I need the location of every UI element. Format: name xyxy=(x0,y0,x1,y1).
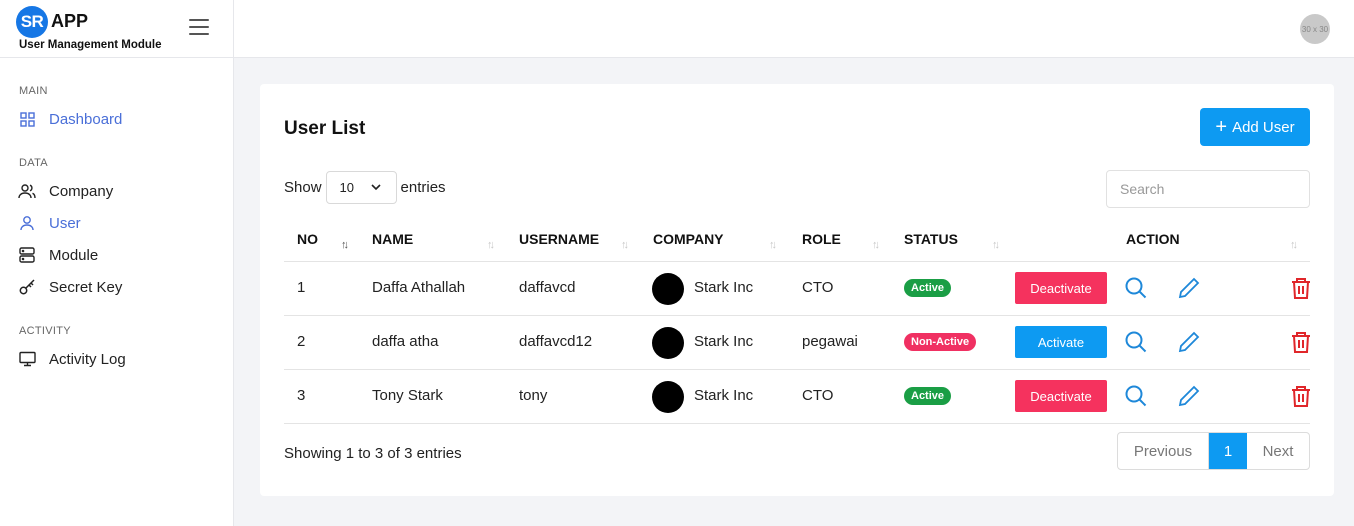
deactivate-button[interactable]: Deactivate xyxy=(1015,272,1107,304)
brand-logo: SR xyxy=(16,6,48,38)
cell-company: Stark Inc xyxy=(694,279,754,296)
table-row: 2 daffa atha daffavcd12 Stark Inc pegawa… xyxy=(284,316,1310,370)
status-badge: Active xyxy=(904,279,952,297)
deactivate-button[interactable]: Deactivate xyxy=(1015,380,1107,412)
entries-select[interactable]: 10 xyxy=(325,171,397,204)
nav-section-main: MAIN xyxy=(19,85,48,97)
cell-no: 3 xyxy=(297,387,306,404)
status-badge: Active xyxy=(904,387,952,405)
sidebar-item-module[interactable]: Module xyxy=(18,243,98,267)
cell-company: Stark Inc xyxy=(694,387,754,404)
brand-subtitle: User Management Module xyxy=(19,39,162,51)
table-info: Showing 1 to 3 of 3 entries xyxy=(284,445,462,462)
cell-username: daffavcd xyxy=(519,279,576,296)
sidebar-item-label: Activity Log xyxy=(49,350,126,368)
sort-icon[interactable]: ↑↓ xyxy=(487,239,495,251)
entries-label: entries xyxy=(400,179,446,196)
nav-section-data: DATA xyxy=(19,157,48,169)
cell-username: daffavcd12 xyxy=(519,333,593,350)
brand-app-name: APP xyxy=(51,11,89,31)
cell-no: 2 xyxy=(297,333,306,350)
plus-icon: + xyxy=(1215,116,1228,138)
page-title: User List xyxy=(284,118,366,139)
company-logo xyxy=(652,327,684,359)
table-row: 1 Daffa Athallah daffavcd Stark Inc CTO … xyxy=(284,262,1310,316)
sidebar-item-dashboard[interactable]: Dashboard xyxy=(18,107,122,131)
user-icon xyxy=(18,214,36,232)
trash-icon[interactable] xyxy=(1289,276,1313,300)
sort-icon[interactable]: ↑↓ xyxy=(1290,239,1298,251)
sort-icon[interactable]: ↑↓ xyxy=(769,239,777,251)
sidebar-item-label: Company xyxy=(49,182,114,200)
monitor-icon xyxy=(18,350,36,368)
users-icon xyxy=(18,182,36,200)
company-logo xyxy=(652,273,684,305)
add-user-button[interactable]: + Add User xyxy=(1200,108,1310,146)
status-badge: Non-Active xyxy=(904,333,977,351)
cell-role: CTO xyxy=(802,387,834,404)
edit-pencil-icon[interactable] xyxy=(1177,384,1201,408)
cell-username: tony xyxy=(519,387,548,404)
sidebar-item-user[interactable]: User xyxy=(18,211,81,235)
entries-control: Show 10 entries xyxy=(284,171,446,204)
search-input[interactable] xyxy=(1106,170,1310,208)
cell-no: 1 xyxy=(297,279,306,296)
pagination: Previous 1 Next xyxy=(1117,432,1310,470)
column-header-action[interactable]: ACTION xyxy=(1126,231,1180,247)
activate-button[interactable]: Activate xyxy=(1015,326,1107,358)
cell-role: CTO xyxy=(802,279,834,296)
brand: SR APP User Management Module xyxy=(0,0,233,58)
sidebar-item-label: Dashboard xyxy=(49,110,123,128)
sidebar-item-label: Module xyxy=(49,246,99,264)
user-list-card: User List + Add User Show 10 entries NO … xyxy=(260,84,1334,496)
table-header: NO ↑↓ NAME ↑↓ USERNAME ↑↓ COMPANY ↑↓ ROL… xyxy=(284,220,1310,262)
entries-value: 10 xyxy=(339,180,354,195)
pagination-next[interactable]: Next xyxy=(1247,433,1309,469)
search-icon[interactable] xyxy=(1124,330,1148,354)
table-row: 3 Tony Stark tony Stark Inc CTO Active D… xyxy=(284,370,1310,424)
sidebar-item-secret-key[interactable]: Secret Key xyxy=(18,275,122,299)
cell-name: Tony Stark xyxy=(372,387,443,404)
trash-icon[interactable] xyxy=(1289,384,1313,408)
sidebar-item-label: User xyxy=(49,214,81,232)
column-header-username[interactable]: USERNAME xyxy=(519,231,599,247)
column-header-status[interactable]: STATUS xyxy=(904,231,958,247)
edit-pencil-icon[interactable] xyxy=(1177,276,1201,300)
avatar[interactable]: 30 x 30 xyxy=(1300,14,1330,44)
pagination-page-1[interactable]: 1 xyxy=(1209,433,1247,469)
column-header-role[interactable]: ROLE xyxy=(802,231,841,247)
cell-name: Daffa Athallah xyxy=(372,279,466,296)
column-header-company[interactable]: COMPANY xyxy=(653,231,724,247)
key-icon xyxy=(18,278,36,296)
column-header-no[interactable]: NO xyxy=(297,231,318,247)
sort-asc-icon[interactable]: ↑↓ xyxy=(341,239,349,251)
sidebar: SR APP User Management Module MAIN Dashb… xyxy=(0,0,234,526)
edit-pencil-icon[interactable] xyxy=(1177,330,1201,354)
cell-role: pegawai xyxy=(802,333,858,350)
hamburger-menu-icon[interactable] xyxy=(189,19,209,35)
sort-icon[interactable]: ↑↓ xyxy=(621,239,629,251)
sort-icon[interactable]: ↑↓ xyxy=(992,239,1000,251)
column-header-name[interactable]: NAME xyxy=(372,231,413,247)
sidebar-item-activity-log[interactable]: Activity Log xyxy=(18,347,126,371)
trash-icon[interactable] xyxy=(1289,330,1313,354)
sort-icon[interactable]: ↑↓ xyxy=(872,239,880,251)
cell-name: daffa atha xyxy=(372,333,439,350)
search-icon[interactable] xyxy=(1124,276,1148,300)
cell-company: Stark Inc xyxy=(694,333,754,350)
company-logo xyxy=(652,381,684,413)
search-icon[interactable] xyxy=(1124,384,1148,408)
chevron-down-icon xyxy=(370,181,382,196)
add-user-label: Add User xyxy=(1232,118,1295,136)
pagination-previous[interactable]: Previous xyxy=(1118,433,1209,469)
user-table: NO ↑↓ NAME ↑↓ USERNAME ↑↓ COMPANY ↑↓ ROL… xyxy=(284,220,1310,424)
grid-icon xyxy=(18,110,36,128)
show-label: Show xyxy=(284,179,322,196)
sidebar-item-company[interactable]: Company xyxy=(18,179,113,203)
nav-section-activity: ACTIVITY xyxy=(19,325,71,337)
topbar: 30 x 30 xyxy=(234,0,1354,58)
server-icon xyxy=(18,246,36,264)
sidebar-item-label: Secret Key xyxy=(49,278,123,296)
